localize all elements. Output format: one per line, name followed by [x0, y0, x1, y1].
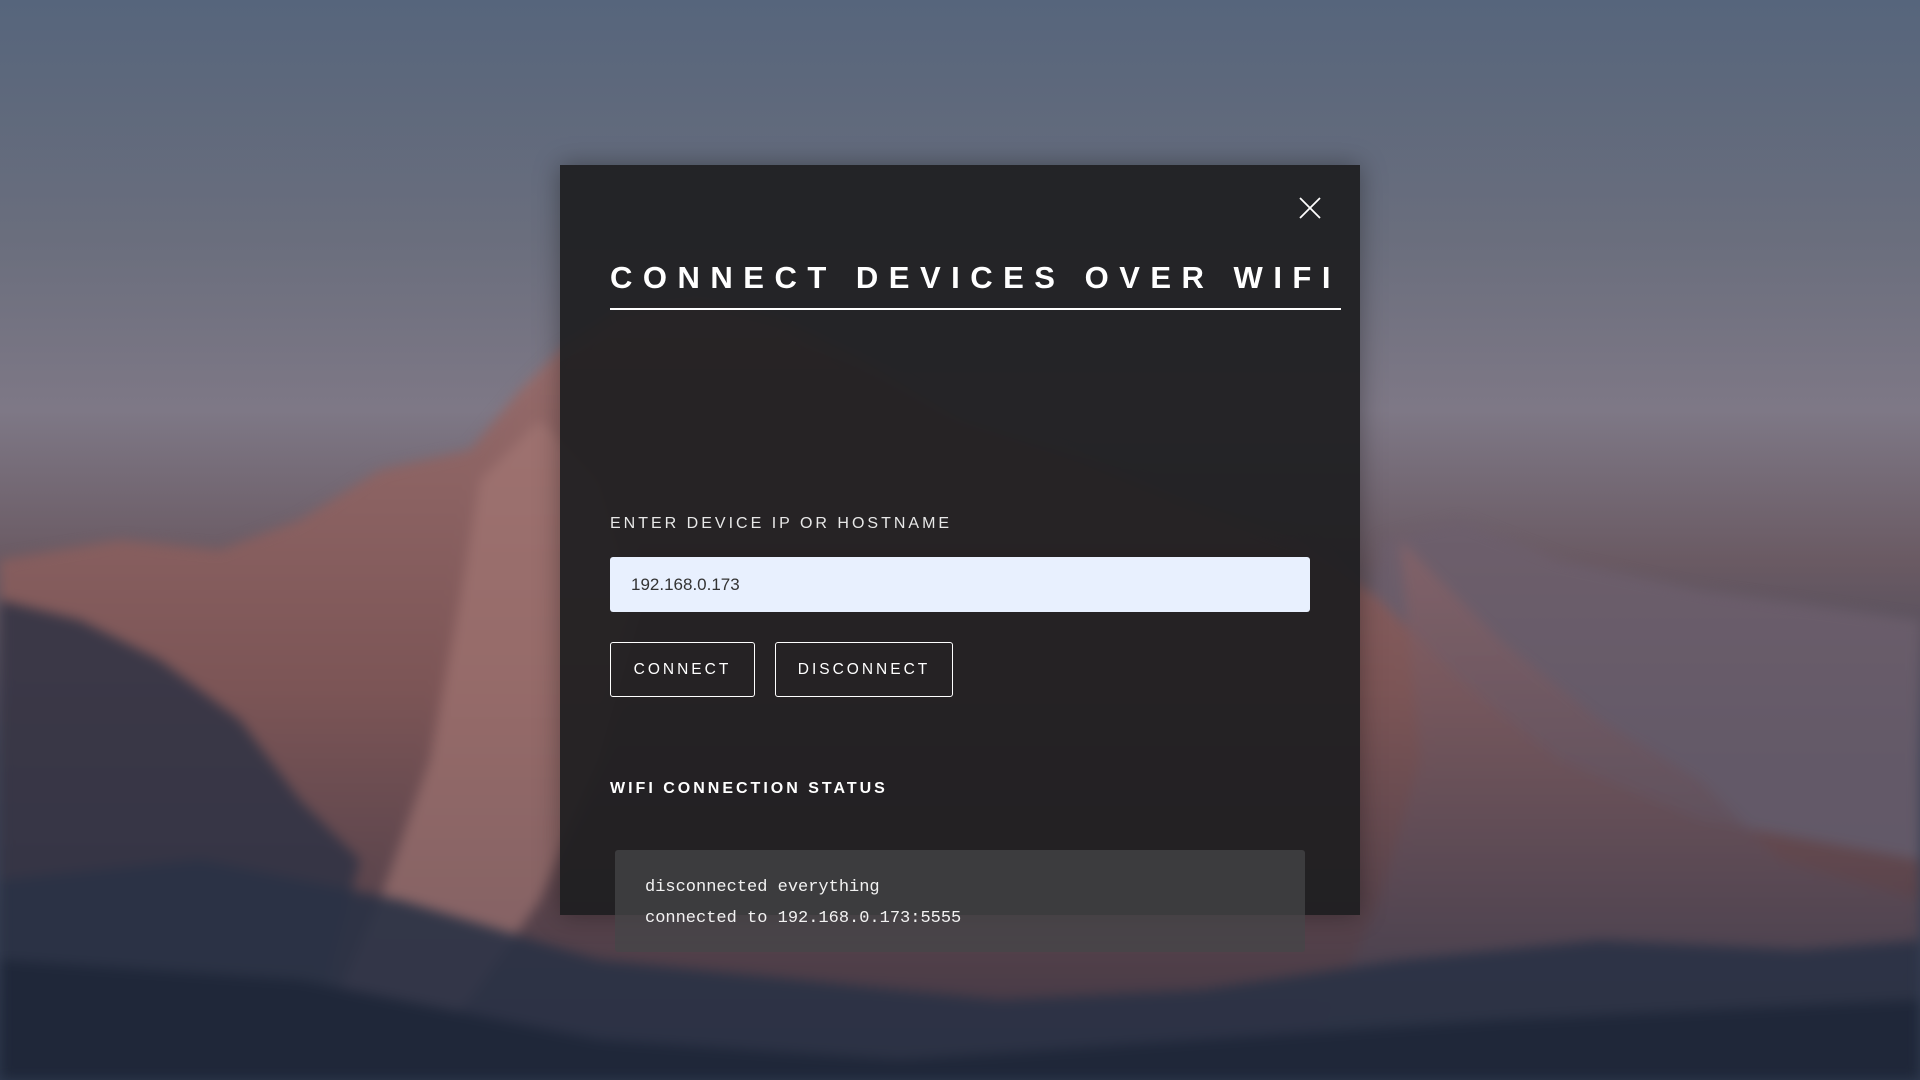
close-icon — [1299, 197, 1321, 219]
dialog-title: CONNECT DEVICES OVER WIFI — [610, 260, 1341, 310]
device-ip-input[interactable] — [610, 557, 1310, 612]
ip-field-label: ENTER DEVICE IP OR HOSTNAME — [610, 515, 953, 532]
status-log: disconnected everything connected to 192… — [615, 850, 1305, 952]
wifi-connect-dialog: CONNECT DEVICES OVER WIFI ENTER DEVICE I… — [560, 165, 1360, 952]
status-line: connected to 192.168.0.173:5555 — [645, 909, 962, 928]
connect-button[interactable]: CONNECT — [610, 642, 755, 697]
status-heading: WIFI CONNECTION STATUS — [610, 780, 888, 797]
status-line: disconnected everything — [645, 878, 880, 897]
dialog-header: CONNECT DEVICES OVER WIFI — [610, 260, 1341, 310]
close-button[interactable] — [1294, 192, 1326, 224]
disconnect-button[interactable]: DISCONNECT — [775, 642, 953, 697]
